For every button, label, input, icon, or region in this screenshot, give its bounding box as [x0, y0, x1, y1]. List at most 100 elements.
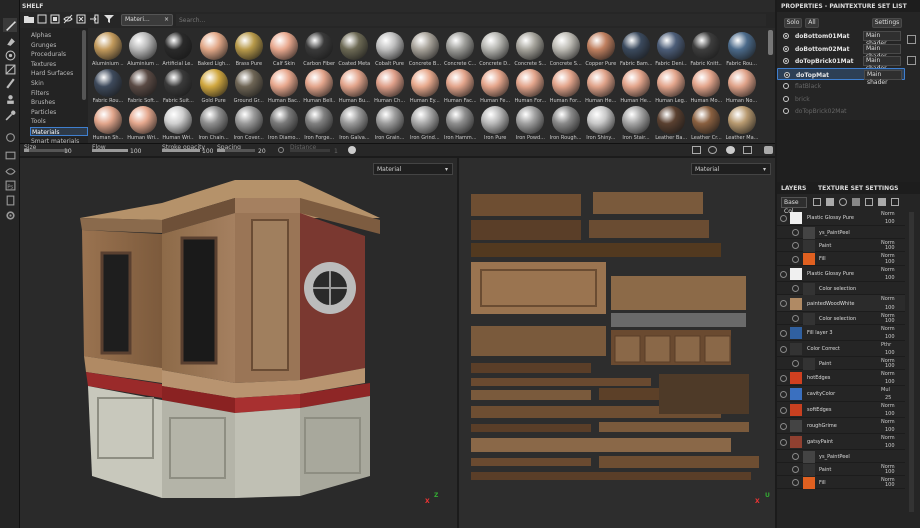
close-icon[interactable]	[907, 35, 916, 44]
category-item[interactable]: Procedurals	[30, 50, 88, 59]
material-thumbnail[interactable]: Fabric Soft...	[127, 67, 159, 107]
visibility-eye-icon[interactable]	[792, 360, 799, 367]
export-icon[interactable]	[3, 193, 17, 207]
material-thumbnail[interactable]: Human Mo...	[690, 67, 722, 107]
smudge-icon[interactable]	[3, 76, 17, 90]
lazy-mouse-icon[interactable]	[278, 147, 284, 153]
geometry-mask-icon[interactable]	[3, 62, 17, 76]
shelf-search-input[interactable]	[176, 14, 766, 26]
visibility-eye-icon[interactable]	[792, 479, 799, 486]
visibility-eye-icon[interactable]	[792, 466, 799, 473]
visibility-eye-icon[interactable]	[792, 229, 799, 236]
blend-mode-select[interactable]: Norm	[881, 419, 895, 425]
layer-opacity[interactable]: 100	[885, 379, 895, 385]
opacity-value[interactable]: 100	[202, 148, 213, 155]
layer-row[interactable]: cavityColor Mul 25	[777, 386, 905, 402]
material-thumbnail[interactable]: Iron Diamo...	[268, 104, 300, 143]
visibility-eye-icon[interactable]	[780, 390, 787, 398]
material-thumbnail[interactable]: Ground Gr...	[233, 67, 265, 107]
material-thumbnail[interactable]: Concrete B...	[409, 30, 441, 70]
layer-opacity[interactable]: 100	[885, 363, 895, 369]
layer-row[interactable]: Paint Norm 100	[777, 239, 905, 252]
layer-opacity[interactable]: 100	[885, 443, 895, 449]
material-thumbnail[interactable]: Human For...	[514, 67, 546, 107]
layer-row[interactable]: Paint Norm 100	[777, 357, 905, 370]
category-item[interactable]: Textures	[30, 60, 88, 69]
category-item[interactable]: Skin	[30, 79, 88, 88]
tab-texture-set-settings[interactable]: TEXTURE SET SETTINGS	[818, 185, 898, 192]
material-thumbnail[interactable]: Cobalt Pure	[374, 30, 406, 70]
all-button[interactable]: All	[805, 18, 819, 28]
layer-opacity[interactable]: 100	[885, 350, 895, 356]
layer-opacity[interactable]: 100	[885, 427, 895, 433]
texture-set-radio[interactable]	[783, 45, 789, 52]
material-thumbnail[interactable]: Concrete S...	[550, 30, 582, 70]
layer-opacity[interactable]: 100	[885, 259, 895, 265]
layer-row[interactable]: Color Correct Pthr 100	[777, 341, 905, 357]
visibility-eye-icon[interactable]	[780, 438, 787, 446]
add-paint-layer-icon[interactable]	[813, 198, 821, 206]
material-thumbnail[interactable]: Iron Forge...	[303, 104, 335, 143]
material-thumbnail[interactable]: Human He...	[585, 67, 617, 107]
visibility-eye-icon[interactable]	[792, 255, 799, 263]
texture-set-radio[interactable]	[783, 108, 789, 114]
material-thumbnail[interactable]: Human Fe...	[479, 67, 511, 107]
layer-row[interactable]: hotEdges Norm 100	[777, 370, 905, 386]
material-thumbnail[interactable]: Coated Metal	[338, 30, 370, 70]
category-item[interactable]: Alphas	[30, 31, 88, 40]
material-thumbnail[interactable]: Leather Cr...	[690, 104, 722, 143]
category-item[interactable]: Hard Surfaces	[30, 69, 88, 78]
material-thumbnail[interactable]: Concrete D...	[479, 30, 511, 70]
layer-opacity[interactable]: 100	[885, 318, 895, 324]
layer-row[interactable]: gatsyPaint Norm 100	[777, 434, 905, 450]
material-thumbnail[interactable]: Aluminium ...	[127, 30, 159, 70]
layer-row[interactable]: paintedWoodWhite Norm 100	[777, 295, 905, 312]
material-thumbnail[interactable]: Iron Hamm...	[444, 104, 476, 143]
blend-mode-select[interactable]: Mul	[881, 387, 890, 393]
texture-set-settings-button[interactable]: Settings	[872, 18, 902, 28]
distance-value[interactable]: 1	[334, 148, 338, 155]
material-thumbnail[interactable]: Iron Stair...	[620, 104, 652, 143]
clone-stamp-icon[interactable]	[3, 92, 17, 106]
visibility-eye-icon[interactable]	[780, 345, 787, 353]
display-settings-icon[interactable]	[3, 148, 17, 162]
layer-opacity[interactable]: 100	[885, 305, 895, 311]
visibility-eye-icon[interactable]	[792, 453, 799, 460]
add-folder-icon[interactable]	[865, 198, 873, 206]
material-thumbnail[interactable]: Fabric Suit...	[162, 67, 194, 107]
tab-properties-paint[interactable]: PROPERTIES - PAINT	[781, 3, 849, 10]
solo-button[interactable]: Solo	[784, 18, 802, 28]
blend-mode-select[interactable]: Norm	[881, 435, 895, 441]
material-thumbnail[interactable]: Human Bac...	[268, 67, 300, 107]
texture-set-radio[interactable]	[783, 83, 789, 89]
material-thumbnail[interactable]: Concrete C...	[444, 30, 476, 70]
texture-set-row[interactable]: flatBlack	[777, 80, 905, 92]
blend-mode-select[interactable]: Pthr	[881, 342, 891, 348]
layer-row[interactable]: Fill layer 3 Norm 100	[777, 325, 905, 341]
layer-row[interactable]: Paint Norm 100	[777, 463, 905, 476]
category-item[interactable]: Grunges	[30, 41, 88, 50]
texture-set-row[interactable]: doTopBrick01Mat Main shader	[777, 55, 905, 72]
categories-scrollbar[interactable]	[82, 30, 86, 100]
new-resource-icon[interactable]	[37, 14, 49, 26]
material-thumbnail[interactable]: Fabric Deni...	[655, 30, 687, 70]
layer-row[interactable]: Fill Norm 100	[777, 476, 905, 489]
blend-mode-select[interactable]: Norm	[881, 211, 895, 217]
material-thumbnail[interactable]: Iron Powd...	[514, 104, 546, 143]
import-icon[interactable]	[89, 14, 101, 26]
camera-mode-icon[interactable]	[726, 146, 735, 154]
spacing-slider[interactable]	[217, 149, 255, 152]
material-thumbnail[interactable]: Human Wri...	[162, 104, 194, 143]
material-thumbnail[interactable]: Human Leg...	[655, 67, 687, 107]
material-thumbnail[interactable]: Human Sh...	[92, 104, 124, 143]
delete-layer-icon[interactable]	[891, 198, 899, 206]
duplicate-layer-icon[interactable]	[878, 198, 886, 206]
material-thumbnail[interactable]: Iron Pure	[479, 104, 511, 143]
texture-set-radio[interactable]	[784, 71, 790, 78]
blend-mode-select[interactable]: Norm	[881, 403, 895, 409]
shader-select[interactable]: Main shader	[863, 31, 901, 47]
texture-set-row[interactable]: doBottom01Mat Main shader	[777, 30, 905, 47]
materials-scrollbar[interactable]	[768, 30, 773, 55]
camera-rotate-icon[interactable]	[3, 130, 17, 144]
blend-mode-select[interactable]: Norm	[881, 371, 895, 377]
